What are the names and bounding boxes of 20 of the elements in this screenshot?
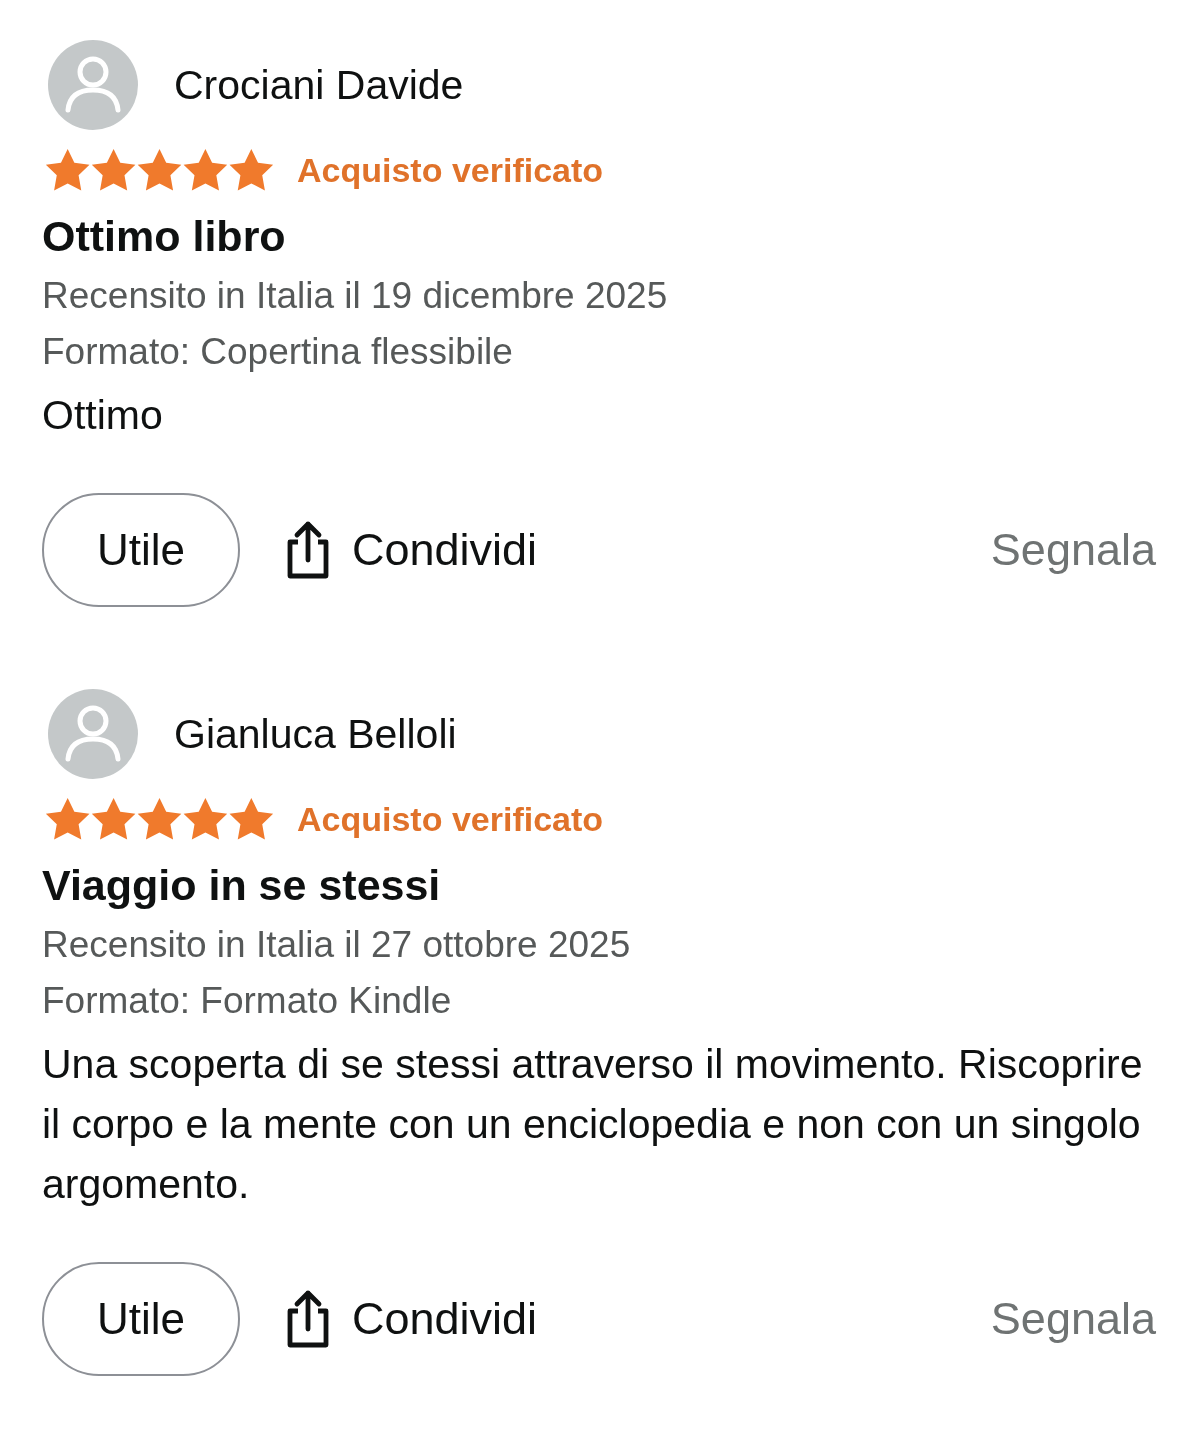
share-button[interactable]: Condividi (284, 520, 538, 580)
reviewer-name: Crociani Davide (174, 61, 464, 109)
review-date: Recensito in Italia il 27 ottobre 2025 (42, 924, 632, 966)
review-title: Ottimo libro (42, 212, 287, 261)
share-button[interactable]: Condividi (284, 1289, 538, 1349)
avatar-icon (48, 689, 138, 779)
review-text: Una scoperta di se stessi attraverso il movimento. Riscoprire il corpo e la mente con un enciclopedia e non con un singolo argomento. (42, 1040, 1144, 1209)
report-link[interactable]: Segnala (990, 524, 1156, 576)
helpful-button[interactable]: Utile (42, 1262, 240, 1376)
verified-purchase-label: Acquisto verificato (297, 150, 604, 190)
review-format: Formato: Formato Kindle (42, 980, 453, 1022)
review-text: Ottimo (42, 391, 164, 440)
report-link[interactable]: Segnala (990, 1293, 1156, 1345)
avatar-icon (48, 40, 138, 130)
review-title: Viaggio in se stessi (42, 861, 442, 910)
review-date: Recensito in Italia il 19 dicembre 2025 (42, 275, 669, 317)
verified-purchase-label: Acquisto verificato (297, 799, 604, 839)
review-format: Formato: Copertina flessibile (42, 331, 514, 373)
helpful-button[interactable]: Utile (42, 493, 240, 607)
reviewer-name: Gianluca Belloli (174, 710, 457, 758)
